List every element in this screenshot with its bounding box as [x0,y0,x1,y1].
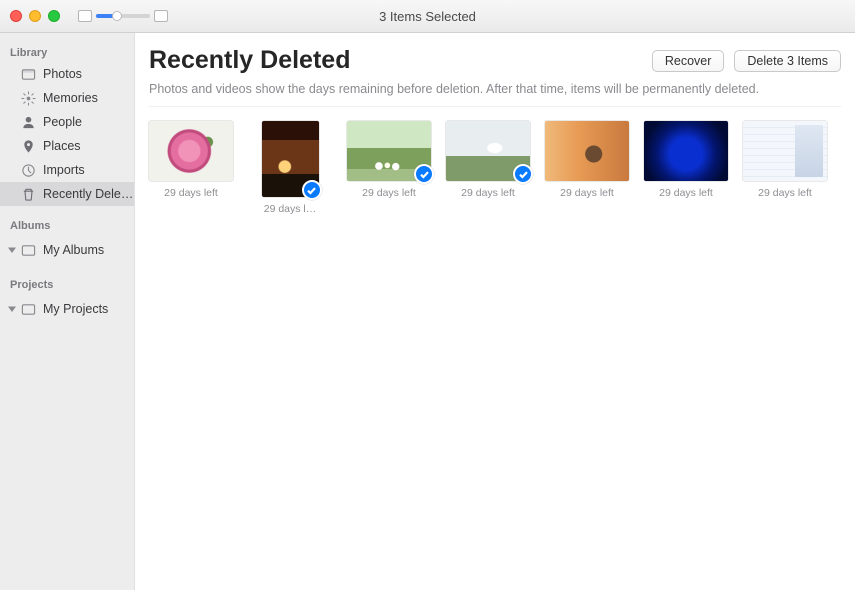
sidebar-item-imports[interactable]: Imports [0,158,134,182]
photo-thumbnail[interactable]: 29 days l… [248,121,332,215]
sidebar-item-my-projects[interactable]: My Projects [20,297,128,321]
minimize-window-button[interactable] [29,10,41,22]
days-left-label: 29 days left [164,187,218,199]
project-icon [20,301,36,317]
days-left-label: 29 days left [560,187,614,199]
sidebar-item-label: Recently Dele… [43,187,133,201]
sidebar-item-label: My Albums [43,243,104,257]
thumbnail-size-control [78,10,168,22]
photos-icon [20,66,36,82]
trash-icon [20,186,36,202]
album-icon [20,242,36,258]
photo-thumbnail[interactable]: 29 days left [743,121,827,215]
sidebar-item-label: My Projects [43,302,108,316]
photo-thumbnail[interactable]: 29 days left [644,121,728,215]
imports-icon [20,162,36,178]
sidebar-item-label: People [43,115,82,129]
sidebar-item-people[interactable]: People [0,110,134,134]
sidebar-item-memories[interactable]: Memories [0,86,134,110]
photo-thumbnail[interactable]: 29 days left [347,121,431,215]
sidebar-item-recently-deleted[interactable]: Recently Dele… [0,182,134,206]
photo-thumbnail[interactable]: 29 days left [446,121,530,215]
sidebar-item-photos[interactable]: Photos [0,62,134,86]
sidebar: Library Photos Memories People Places Im… [0,33,135,590]
sidebar-item-label: Imports [43,163,85,177]
photo-image [743,121,827,181]
memories-icon [20,90,36,106]
photo-image [545,121,629,181]
disclosure-triangle-icon[interactable] [7,245,17,255]
close-window-button[interactable] [10,10,22,22]
days-left-label: 29 days left [659,187,713,199]
disclosure-triangle-icon[interactable] [7,304,17,314]
selected-check-icon [302,180,322,200]
thumbnail-size-slider[interactable] [96,14,150,18]
sidebar-item-places[interactable]: Places [0,134,134,158]
people-icon [20,114,36,130]
selected-check-icon [513,164,533,184]
days-left-label: 29 days left [758,187,812,199]
page-subtitle: Photos and videos show the days remainin… [149,82,841,107]
days-left-label: 29 days l… [264,203,317,215]
days-left-label: 29 days left [461,187,515,199]
sidebar-item-label: Memories [43,91,98,105]
recover-button[interactable]: Recover [652,50,725,72]
photo-thumbnail[interactable]: 29 days left [149,121,233,215]
places-icon [20,138,36,154]
sidebar-section-projects: Projects [0,275,134,294]
main-content: Recently Deleted Recover Delete 3 Items … [135,33,855,590]
sidebar-section-albums: Albums [0,216,134,235]
days-left-label: 29 days left [362,187,416,199]
photo-thumbnail[interactable]: 29 days left [545,121,629,215]
zoom-out-button[interactable] [78,10,92,22]
sidebar-section-library: Library [0,43,134,62]
selected-check-icon [414,164,434,184]
zoom-in-button[interactable] [154,10,168,22]
photo-image [149,121,233,181]
photo-image [644,121,728,181]
delete-items-button[interactable]: Delete 3 Items [734,50,841,72]
titlebar: 3 Items Selected [0,0,855,33]
fullscreen-window-button[interactable] [48,10,60,22]
sidebar-item-label: Photos [43,67,82,81]
window-controls [10,10,60,22]
photo-grid: 29 days left 29 days l… 29 days left 29 day… [149,107,841,215]
sidebar-item-label: Places [43,139,81,153]
page-title: Recently Deleted [149,46,350,75]
sidebar-item-my-albums[interactable]: My Albums [20,238,128,262]
